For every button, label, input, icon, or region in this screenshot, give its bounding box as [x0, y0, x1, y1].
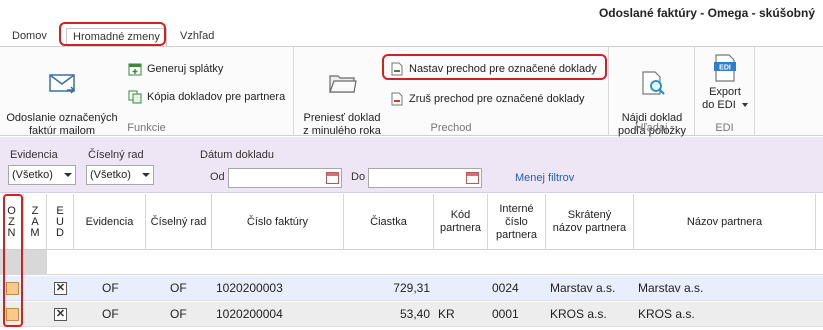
col-kod-partnera[interactable]: Kód partnera	[434, 194, 488, 250]
col-interne-cislo[interactable]: Interné číslo partnera	[488, 194, 546, 250]
copy-docs-button[interactable]: Kópia dokladov pre partnera	[128, 87, 285, 107]
export-edi-button[interactable]: EDI Export do EDI	[699, 53, 751, 112]
cell-skratene: KROS a.s.	[550, 307, 607, 321]
calendar-icon[interactable]	[326, 172, 339, 184]
copy-docs-label: Kópia dokladov pre partnera	[147, 91, 286, 103]
evidencia-value: (Všetko)	[12, 169, 53, 181]
rad-value: (Všetko)	[90, 169, 131, 181]
group-edi: EDI Export do EDI EDI	[695, 47, 755, 136]
cell-skratene: Marstav a.s.	[550, 281, 616, 295]
eud-checkbox[interactable]: ✕	[54, 308, 67, 321]
table-row[interactable]: ✕ OF OF 1020200004 53,40 KR 0001 KROS a.…	[0, 302, 823, 327]
date-label: Dátum dokladu	[200, 149, 274, 161]
generate-installments-button[interactable]: Generuj splátky	[128, 59, 223, 79]
document-remove-icon	[391, 92, 403, 106]
highlight-tab	[59, 22, 166, 46]
col-cislo-faktury[interactable]: Číslo faktúry	[212, 194, 344, 250]
cell-interne: 0001	[492, 307, 519, 321]
cell-nazov: KROS a.s.	[638, 307, 695, 321]
edi-icon-text: EDI	[719, 65, 731, 72]
evidencia-select[interactable]: (Všetko)	[8, 165, 76, 185]
calendar-plus-icon	[128, 63, 142, 76]
col-nazov-partnera[interactable]: Názov partnera	[634, 194, 816, 250]
envelope-icon	[49, 74, 76, 94]
do-label: Do	[351, 171, 366, 183]
date-to-field[interactable]	[368, 168, 482, 188]
group-label-funkcie: Funkcie	[127, 122, 166, 134]
cell-rad: OF	[170, 281, 187, 295]
date-from-field[interactable]	[228, 168, 342, 188]
group-label-edi: EDI	[715, 122, 734, 134]
cell-cislo: 1020200003	[216, 281, 283, 295]
table-row[interactable]: ✕ OF OF 1020200003 729,31 0024 Marstav a…	[0, 276, 823, 301]
filter-bar: Evidencia (Všetko) Číselný rad (Všetko) …	[0, 137, 823, 193]
group-label-prechod: Prechod	[430, 122, 472, 134]
grid-header: OZN ZAM EUD Evidencia Číselný rad Číslo …	[0, 194, 823, 250]
evidencia-label: Evidencia	[10, 149, 58, 161]
col-ciselny-rad[interactable]: Číselný rad	[146, 194, 212, 250]
tab-vzhlad[interactable]: Vzhľad	[174, 28, 220, 46]
highlight-ozn-column	[3, 194, 23, 327]
group-label-hladaj: Hľadaj	[635, 122, 668, 134]
eud-checkbox[interactable]: ✕	[54, 282, 67, 295]
cancel-transfer-button[interactable]: Zruš prechod pre označené doklady	[390, 89, 585, 109]
chevron-down-icon	[142, 173, 150, 177]
col-ciastka[interactable]: Čiastka	[344, 194, 434, 250]
col-eud[interactable]: EUD	[47, 194, 74, 250]
rad-label: Číselný rad	[88, 149, 144, 161]
group-funkcie: Odoslanie označených faktúr mailom Gener…	[0, 47, 294, 137]
group-hladaj: Nájdi doklad podľa položky Hľadaj	[609, 47, 695, 137]
copy-icon	[128, 90, 142, 104]
search-document-icon	[642, 71, 665, 95]
dropdown-arrow-icon	[741, 103, 748, 108]
cell-cislo: 1020200004	[216, 307, 283, 321]
col-evidencia[interactable]: Evidencia	[74, 194, 146, 250]
generate-installments-label: Generuj splátky	[147, 63, 224, 75]
calendar-icon[interactable]	[466, 172, 479, 184]
col-zam[interactable]: ZAM	[24, 194, 47, 250]
chevron-down-icon	[64, 173, 72, 177]
window-title: Odoslané faktúry - Omega - skúšobný	[598, 6, 815, 20]
rad-select[interactable]: (Všetko)	[86, 165, 154, 185]
cancel-transfer-label: Zruš prechod pre označené doklady	[409, 93, 585, 105]
cell-kod: KR	[438, 307, 455, 321]
cell-ciastka: 729,31	[393, 281, 430, 295]
export-edi-label: Export do EDI	[702, 86, 741, 111]
cell-nazov: Marstav a.s.	[638, 281, 704, 295]
col-skrateny-nazov[interactable]: Skrátený názov partnera	[546, 194, 634, 250]
highlight-set-transfer	[382, 54, 607, 80]
cell-evidencia: OF	[102, 281, 119, 295]
cell-evidencia: OF	[102, 307, 119, 321]
edi-document-icon: EDI	[714, 54, 736, 82]
cell-ciastka: 53,40	[399, 307, 430, 321]
grid-filter-row[interactable]	[0, 250, 823, 275]
less-filters-link[interactable]: Menej filtrov	[515, 172, 574, 184]
cell-rad: OF	[170, 307, 187, 321]
cell-interne: 0024	[492, 281, 519, 295]
folder-icon	[329, 75, 357, 93]
od-label: Od	[210, 171, 225, 183]
tab-domov[interactable]: Domov	[6, 28, 53, 46]
